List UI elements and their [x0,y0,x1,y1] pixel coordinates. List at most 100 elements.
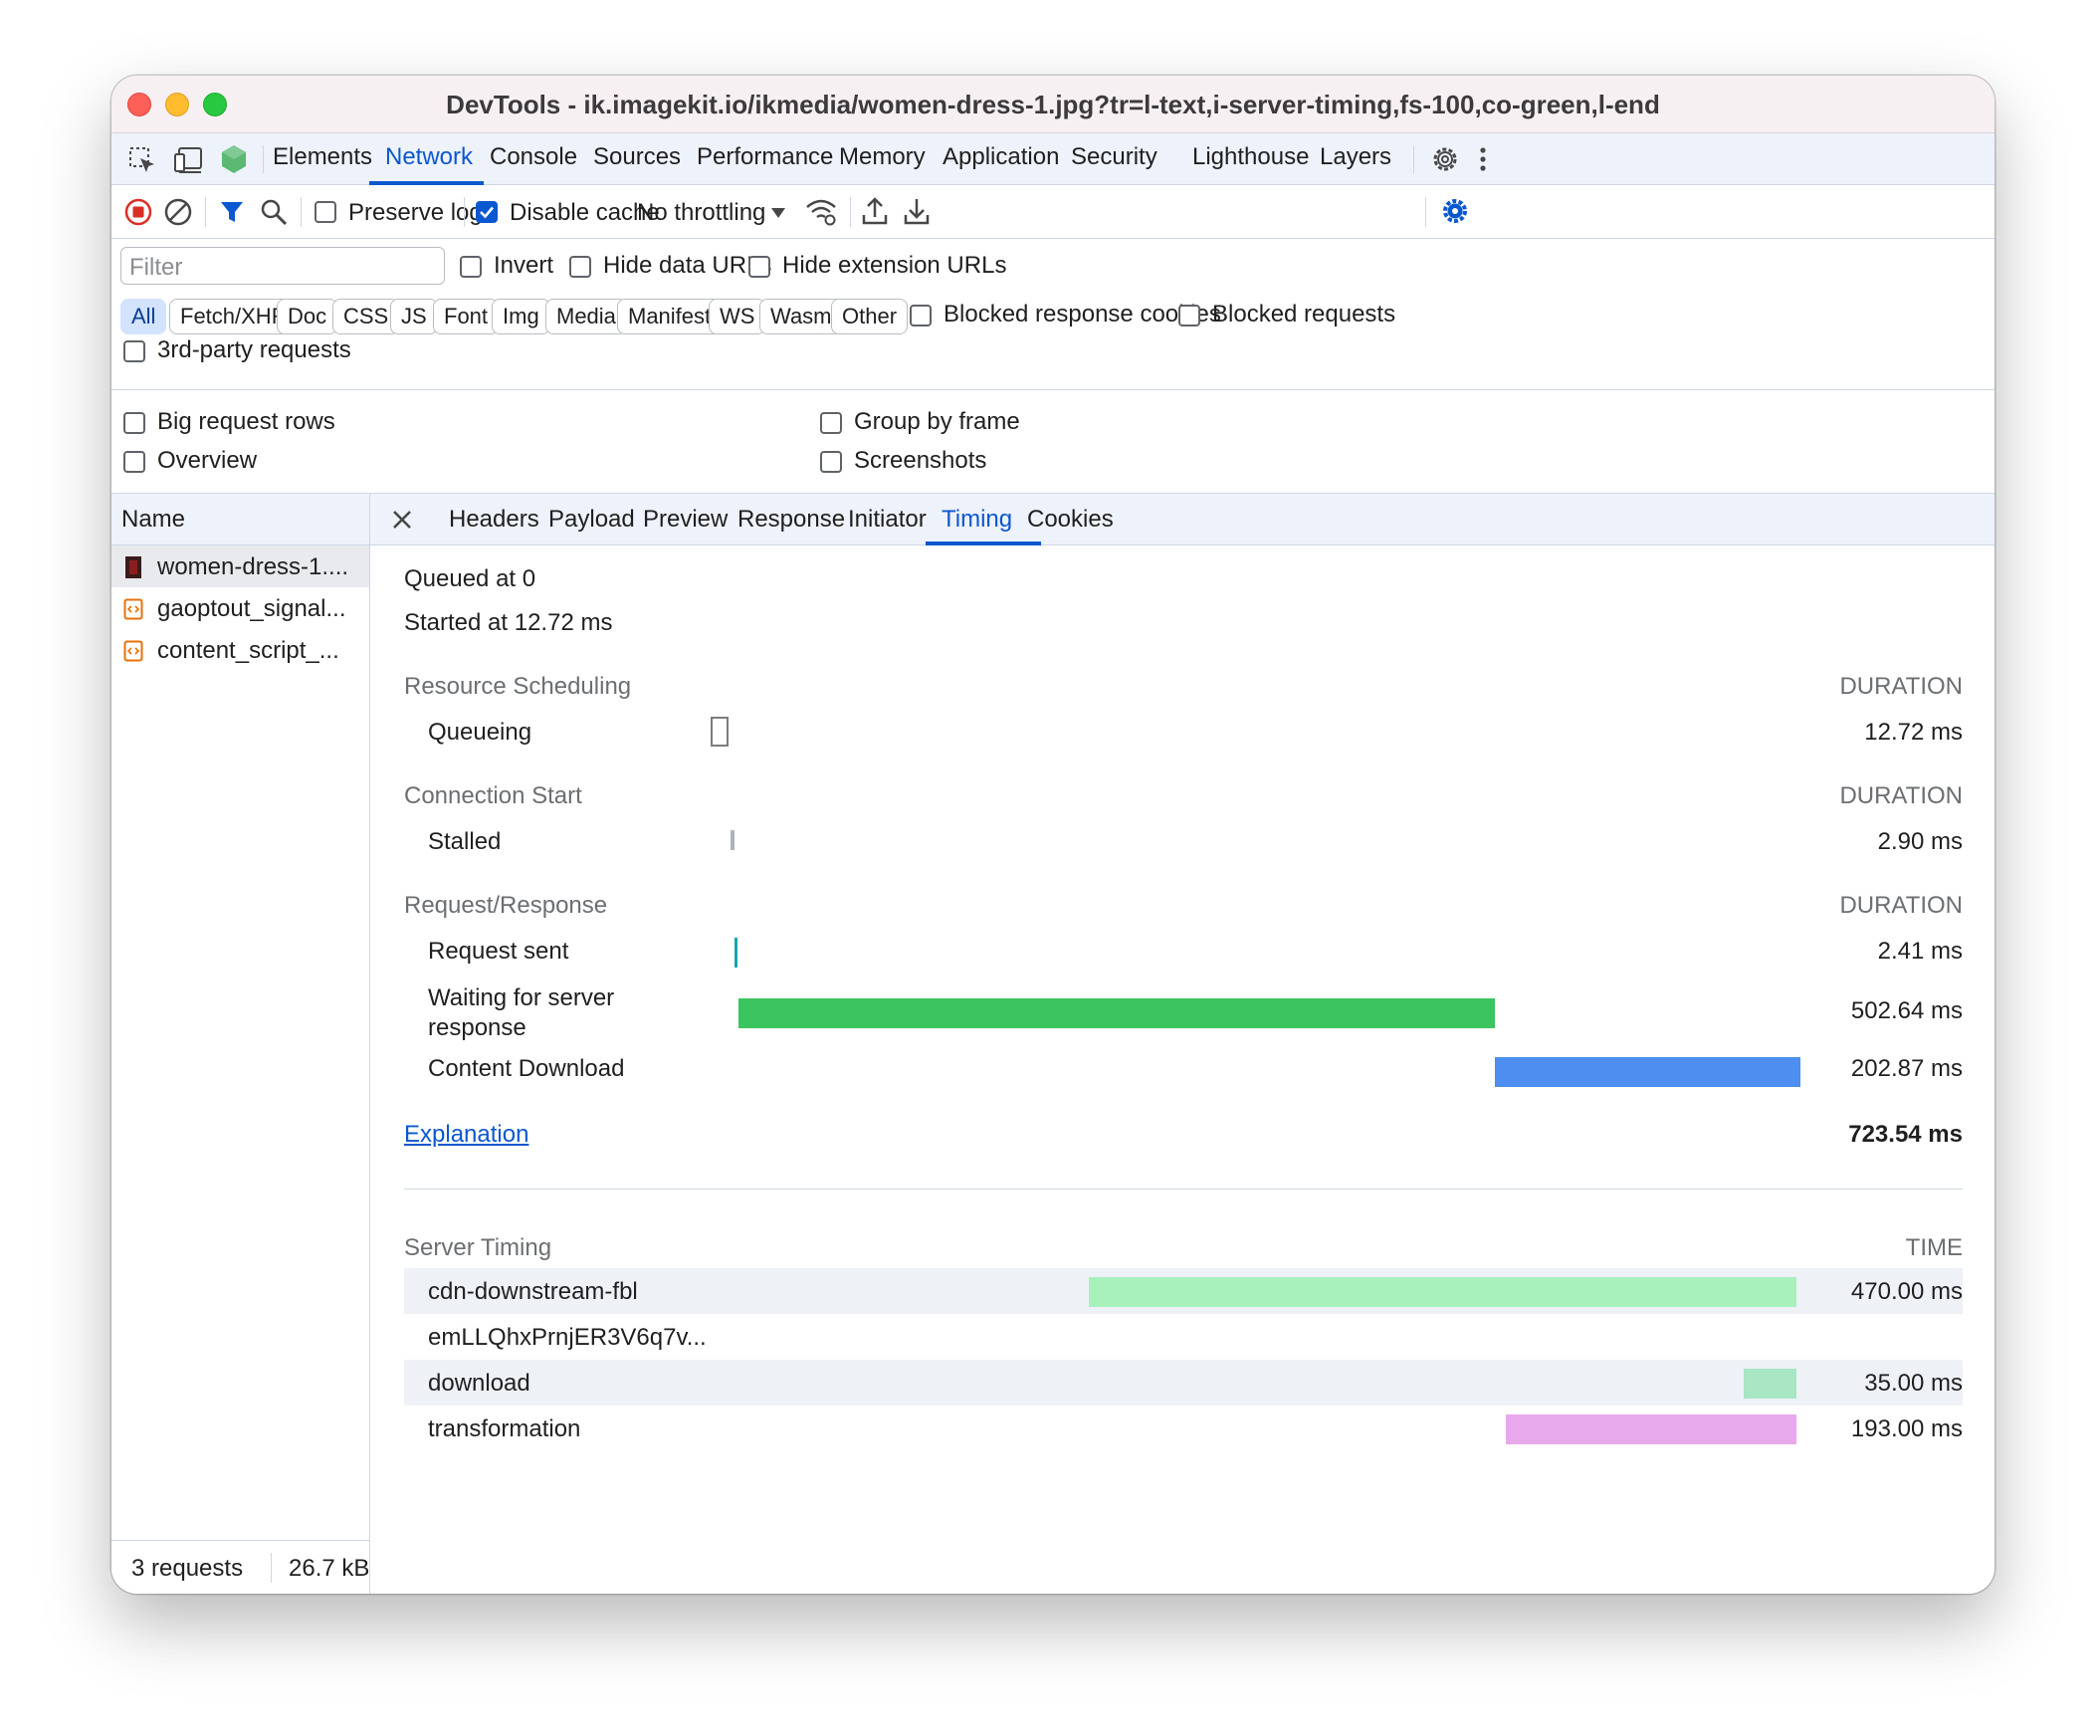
divider [263,145,264,173]
type-chip-ws[interactable]: WS [709,299,766,334]
tab-preview[interactable]: Preview [643,506,728,534]
filter-input[interactable]: Filter [120,247,445,285]
tab-timing[interactable]: Timing [942,506,1012,534]
hide-extension-urls-label: Hide extension URLs [782,252,1007,279]
total-duration: 723.54 ms [1848,1121,1963,1148]
screenshots-label: Screenshots [854,447,987,474]
tab-application[interactable]: Application [943,143,1059,171]
timing-row-value: 2.41 ms [1877,938,1963,965]
hide-extension-urls-checkbox[interactable] [748,256,770,278]
tab-network[interactable]: Network [385,143,473,171]
type-chip-all[interactable]: All [120,299,167,334]
overview-label: Overview [157,447,258,474]
divider [1413,145,1414,173]
screenshots-checkbox[interactable] [820,451,842,473]
blocked-requests-checkbox[interactable] [1178,305,1200,326]
overview-checkbox[interactable] [123,451,145,473]
tab-response[interactable]: Response [737,506,845,534]
throttling-select[interactable]: No throttling [637,199,765,227]
invert-checkbox[interactable] [460,256,482,278]
server-timing-value: 35.00 ms [1864,1370,1963,1397]
clear-icon[interactable] [163,197,193,227]
timing-row-label: Queueing [428,719,532,746]
type-chip-wasm[interactable]: Wasm [759,299,843,334]
devtools-window: DevTools - ik.imagekit.io/ikmedia/women-… [111,76,1995,1594]
device-toolbar-icon[interactable] [173,145,207,175]
type-chip-other[interactable]: Other [831,299,909,334]
timing-panel: Queued at 0 Started at 12.72 ms Resource… [370,545,1995,1594]
timing-row-value: 202.87 ms [1850,1055,1963,1082]
section-title: Connection Start [404,782,582,809]
import-har-icon[interactable] [860,195,890,227]
duration-header: DURATION [1839,782,1963,809]
type-chip-doc[interactable]: Doc [277,299,338,334]
stop-recording-icon[interactable] [123,197,153,227]
settings-gear-icon[interactable] [1429,143,1461,175]
blocked-response-cookies-checkbox[interactable] [910,305,932,326]
preserve-log-checkbox[interactable] [315,201,336,223]
type-chip-js[interactable]: JS [390,299,438,334]
chevron-down-icon[interactable] [770,207,786,219]
tab-layers[interactable]: Layers [1320,143,1391,171]
section-title: Request/Response [404,892,608,919]
export-har-icon[interactable] [902,195,932,227]
third-party-requests-checkbox[interactable] [123,340,145,362]
main-tab-bar: Elements Network Console Sources Perform… [111,133,1995,185]
request-row[interactable]: gaoptout_signal... [111,587,369,629]
big-request-rows-label: Big request rows [157,408,335,435]
hide-data-urls-checkbox[interactable] [569,256,591,278]
tab-initiator[interactable]: Initiator [848,506,927,534]
filter-funnel-icon[interactable] [217,197,247,227]
checkmark-icon [480,206,494,219]
divider [464,197,465,227]
script-file-icon [123,640,143,662]
explanation-link[interactable]: Explanation [404,1121,528,1149]
tab-performance[interactable]: Performance [697,143,833,171]
network-toolbar: Preserve log Disable cache No throttling [111,185,1995,239]
tab-payload[interactable]: Payload [548,506,635,534]
timing-row-value: 2.90 ms [1877,828,1963,855]
section-title: Server Timing [404,1234,552,1261]
cdn-downstream-bar [1089,1277,1796,1307]
group-by-frame-checkbox[interactable] [820,412,842,434]
type-chip-font[interactable]: Font [433,299,500,334]
type-chip-media[interactable]: Media [545,299,627,334]
tab-memory[interactable]: Memory [839,143,926,171]
started-at: Started at 12.72 ms [404,609,613,636]
name-column-header[interactable]: Name [111,494,369,545]
request-name: women-dress-1.... [157,553,349,580]
type-chip-img[interactable]: Img [492,299,550,334]
tab-elements[interactable]: Elements [273,143,372,171]
server-timing-label: transformation [428,1415,581,1442]
divider [205,197,206,227]
queueing-bar [711,717,729,747]
request-row[interactable]: content_script_... [111,629,369,671]
type-chip-manifest[interactable]: Manifest [617,299,723,334]
close-icon[interactable] [390,508,414,532]
tab-lighthouse[interactable]: Lighthouse [1192,143,1309,171]
search-icon[interactable] [259,197,289,227]
tab-sources[interactable]: Sources [593,143,681,171]
divider [404,1189,1963,1190]
server-timing-row: transformation 193.00 ms [404,1406,1963,1451]
timing-row-label: Stalled [428,828,502,855]
network-conditions-icon[interactable] [804,197,838,227]
window-title: DevTools - ik.imagekit.io/ikmedia/women-… [446,90,1660,119]
preserve-log-label: Preserve log [348,199,483,226]
more-options-icon[interactable] [1473,143,1493,175]
tab-headers[interactable]: Headers [449,506,539,534]
tab-console[interactable]: Console [490,143,577,171]
timing-row-label: Request sent [428,938,569,965]
detail-tab-bar: Headers Payload Preview Response Initiat… [370,494,1995,545]
big-request-rows-checkbox[interactable] [123,412,145,434]
request-row[interactable]: women-dress-1.... [111,545,369,587]
tab-security[interactable]: Security [1071,143,1157,171]
extension-hexagon-icon[interactable] [219,143,249,175]
server-timing-value: 193.00 ms [1850,1415,1963,1442]
disable-cache-checkbox[interactable] [476,201,498,223]
script-file-icon [123,598,143,620]
transferred-size: 26.7 kB [289,1555,368,1582]
tab-cookies[interactable]: Cookies [1027,506,1114,534]
network-settings-gear-icon[interactable] [1439,195,1471,227]
inspect-element-icon[interactable] [127,145,157,175]
